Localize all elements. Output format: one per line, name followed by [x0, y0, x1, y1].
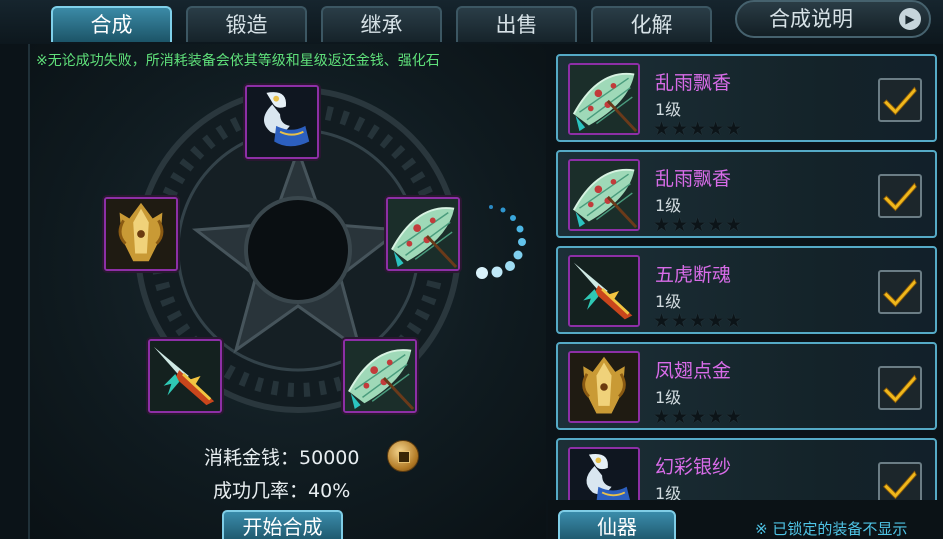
umbrella-icon: [570, 65, 638, 133]
list-item[interactable]: 乱雨飘香 1级 ★★★★★: [556, 150, 937, 238]
coin-icon: [387, 440, 419, 472]
list-item[interactable]: 幻彩银纱 1级 ★★★★★: [556, 438, 937, 500]
fan-icon: [570, 449, 638, 500]
umbrella-icon: [570, 161, 638, 229]
spear-icon: [150, 341, 220, 411]
checkmark-icon: [880, 272, 920, 312]
category-tab-xianqi[interactable]: 仙器: [558, 510, 676, 539]
umbrella-icon: [388, 199, 458, 269]
loading-spinner-icon: [476, 205, 526, 279]
checkmark-icon: [880, 80, 920, 120]
item-level: 1级: [655, 484, 682, 500]
star-rating: ★★★★★: [653, 214, 744, 236]
tab-forge[interactable]: 锻造: [186, 6, 307, 42]
item-level: 1级: [655, 100, 682, 119]
checkmark-icon: [880, 176, 920, 216]
item-icon: [568, 351, 640, 423]
umbrella-icon: [345, 341, 415, 411]
item-name: 乱雨飘香: [655, 72, 732, 94]
item-name: 五虎断魂: [655, 264, 732, 286]
item-icon: [568, 447, 640, 500]
item-level: 1级: [655, 388, 682, 407]
item-level: 1级: [655, 196, 682, 215]
item-name: 幻彩银纱: [655, 456, 732, 478]
equipment-list[interactable]: 乱雨飘香 1级 ★★★★★ 乱雨飘香 1级 ★★★★★ 五虎断魂 1级 ★★★★…: [550, 50, 943, 500]
tab-inherit[interactable]: 继承: [321, 6, 442, 42]
synthesis-notice: ※无论成功失败，所消耗装备会依其等级和星级返还金钱、强化石: [36, 53, 440, 69]
synthesis-slot-right[interactable]: [386, 197, 460, 271]
spear-icon: [570, 257, 638, 325]
helm-icon: [570, 353, 638, 421]
synthesis-slot-bottom-right[interactable]: [343, 339, 417, 413]
tab-sell[interactable]: 出售: [456, 6, 577, 42]
select-checkbox[interactable]: [878, 78, 922, 122]
start-synthesis-button[interactable]: 开始合成: [222, 510, 343, 539]
fan-icon: [247, 87, 317, 157]
star-rating: ★★★★★: [653, 310, 744, 332]
list-item[interactable]: 乱雨飘香 1级 ★★★★★: [556, 54, 937, 142]
synthesis-slot-left[interactable]: [104, 197, 178, 271]
list-item[interactable]: 凤翅点金 1级 ★★★★★: [556, 342, 937, 430]
star-rating: ★★★★★: [653, 406, 744, 428]
select-checkbox[interactable]: [878, 462, 922, 500]
tab-dissolve[interactable]: 化解: [591, 6, 712, 42]
select-checkbox[interactable]: [878, 174, 922, 218]
rate-value: 40%: [308, 480, 351, 502]
synthesis-slot-top[interactable]: [245, 85, 319, 159]
helm-icon: [106, 199, 176, 269]
list-item[interactable]: 五虎断魂 1级 ★★★★★: [556, 246, 937, 334]
help-button-label: 合成说明: [769, 7, 853, 31]
synthesis-help-button[interactable]: 合成说明 ▶: [735, 0, 931, 38]
select-checkbox[interactable]: [878, 366, 922, 410]
cost-value: 50000: [299, 447, 360, 469]
locked-items-note: ※ 已锁定的装备不显示: [755, 520, 908, 538]
star-rating: ★★★★★: [653, 118, 744, 140]
top-tab-bar: 合成 锻造 继承 出售 化解 合成说明 ▶: [0, 0, 943, 44]
item-icon: [568, 159, 640, 231]
checkmark-icon: [880, 464, 920, 500]
select-checkbox[interactable]: [878, 270, 922, 314]
item-level: 1级: [655, 292, 682, 311]
cost-label: 消耗金钱：: [204, 447, 300, 469]
checkmark-icon: [880, 368, 920, 408]
rate-label: 成功几率：: [213, 480, 309, 502]
item-name: 凤翅点金: [655, 360, 732, 382]
item-icon: [568, 63, 640, 135]
success-rate-row: 成功几率：40%: [213, 476, 350, 503]
synthesis-slot-bottom-left[interactable]: [148, 339, 222, 413]
play-arrow-icon: ▶: [899, 8, 921, 30]
cost-row: 消耗金钱：50000: [204, 443, 359, 470]
item-icon: [568, 255, 640, 327]
item-name: 乱雨飘香: [655, 168, 732, 190]
tab-synthesis[interactable]: 合成: [51, 6, 172, 42]
